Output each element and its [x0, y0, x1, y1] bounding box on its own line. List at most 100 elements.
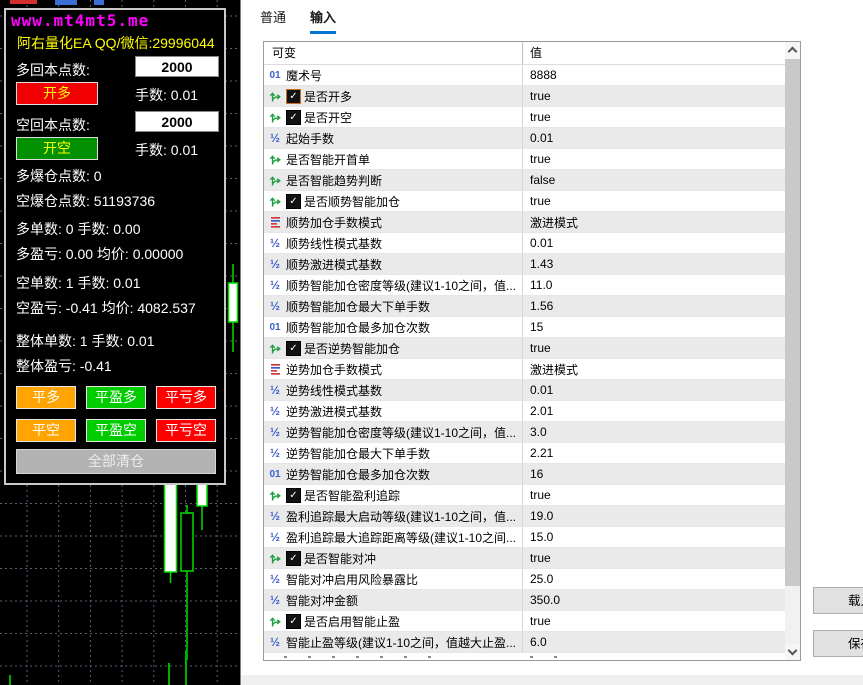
param-value[interactable]: 19.0 [523, 509, 785, 523]
checkbox-checked[interactable]: ✓ [286, 341, 301, 356]
param-row[interactable]: ½顺势激进模式基数1.43 [264, 254, 785, 275]
param-value[interactable]: true [523, 341, 785, 355]
param-row[interactable]: 01顺势智能加仓最多加仓次数15 [264, 317, 785, 338]
param-row[interactable]: 01魔术号8888 [264, 65, 785, 86]
param-name: 是否顺势智能加仓 [304, 193, 400, 210]
param-row[interactable]: 顺势加仓手数模式 激进模式 [264, 212, 785, 233]
param-name: 逆势加仓手数模式 [286, 361, 382, 378]
param-row[interactable]: ½智能止盈等级(建议1-10之间，值越大止盈...6.0 [264, 632, 785, 653]
param-value[interactable]: true [523, 194, 785, 208]
vertical-scrollbar[interactable] [785, 42, 800, 660]
param-row[interactable]: ½盈利追踪最大追踪距离等级(建议1-10之间...15.0 [264, 527, 785, 548]
param-value[interactable]: true [523, 152, 785, 166]
param-value[interactable]: true [523, 110, 785, 124]
param-value[interactable]: 350.0 [523, 593, 785, 607]
scrollbar-thumb[interactable] [785, 59, 800, 586]
bool-type-icon [267, 174, 283, 187]
param-row[interactable]: ½逆势智能加仓密度等级(建议1-10之间，值...3.0 [264, 422, 785, 443]
param-value[interactable]: 8888 [523, 68, 785, 82]
param-value[interactable]: 1.43 [523, 257, 785, 271]
scroll-down-button[interactable] [785, 644, 800, 660]
param-value[interactable]: 15 [523, 320, 785, 334]
param-value[interactable]: 0.01 [523, 131, 785, 145]
stat-line: 空单数: 1 手数: 0.01 [16, 273, 140, 293]
checkbox-checked[interactable]: ✓ [286, 110, 301, 125]
stat-line: 多盈亏: 0.00 均价: 0.00000 [16, 244, 183, 264]
param-rows: 01魔术号8888✓是否开多true✓是否开空true½起始手数0.01是否智能… [264, 65, 800, 653]
param-row[interactable]: ½逆势智能加仓最大下单手数2.21 [264, 443, 785, 464]
param-row[interactable]: ✓是否顺势智能加仓 true [264, 191, 785, 212]
param-row[interactable]: ½逆势激进模式基数2.01 [264, 401, 785, 422]
close-button[interactable]: 平亏空 [156, 419, 216, 442]
close-button[interactable]: 平空 [16, 419, 76, 442]
param-value[interactable]: true [523, 614, 785, 628]
stat-line: 多爆仓点数: 0 [16, 166, 102, 186]
param-row[interactable]: ½盈利追踪最大启动等级(建议1-10之间，值...19.0 [264, 506, 785, 527]
param-row[interactable]: ½起始手数0.01 [264, 128, 785, 149]
checkbox-checked[interactable]: ✓ [286, 488, 301, 503]
param-value[interactable]: false [523, 173, 785, 187]
param-row[interactable]: ✓是否逆势智能加仓true [264, 338, 785, 359]
double-type-icon: ½ [267, 572, 283, 586]
param-row[interactable]: ½智能对冲启用风险暴露比25.0 [264, 569, 785, 590]
open-short-button[interactable]: 开空 [16, 137, 98, 160]
param-name-cell: ✓是否开多 [264, 86, 523, 106]
param-row[interactable]: ✓是否开多true [264, 86, 785, 107]
param-value[interactable]: 0.01 [523, 236, 785, 250]
checkbox-checked[interactable]: ✓ [286, 551, 301, 566]
long-points-input[interactable] [135, 56, 219, 77]
param-value[interactable]: 6.0 [523, 635, 785, 649]
param-value[interactable]: true [523, 551, 785, 565]
param-row[interactable]: ✓是否智能盈利追踪true [264, 485, 785, 506]
open-long-button[interactable]: 开多 [16, 82, 98, 105]
param-value[interactable]: 25.0 [523, 572, 785, 586]
param-value[interactable]: 激进模式 [523, 214, 785, 231]
close-button[interactable]: 平亏多 [156, 386, 216, 409]
param-value[interactable]: 1.56 [523, 299, 785, 313]
param-row[interactable]: ½智能对冲金额350.0 [264, 590, 785, 611]
param-value[interactable]: true [523, 488, 785, 502]
short-points-input[interactable] [135, 111, 219, 132]
scroll-up-button[interactable] [785, 42, 800, 59]
param-value[interactable]: 15.0 [523, 530, 785, 544]
param-name: 顺势智能加仓最多加仓次数 [286, 319, 430, 336]
param-name: 顺势智能加仓密度等级(建议1-10之间，值... [286, 277, 516, 294]
param-row[interactable]: ½顺势线性模式基数0.01 [264, 233, 785, 254]
param-row[interactable]: 是否智能趋势判断 false [264, 170, 785, 191]
tab-common[interactable]: 普通 [260, 7, 286, 34]
param-value[interactable]: 16 [523, 467, 785, 481]
param-row[interactable]: ✓是否开空true [264, 107, 785, 128]
close-button[interactable]: 平盈空 [86, 419, 146, 442]
param-row[interactable]: ✓是否智能对冲true [264, 548, 785, 569]
param-row[interactable]: 是否智能开首单true [264, 149, 785, 170]
param-value[interactable]: 2.01 [523, 404, 785, 418]
param-name-cell: ✓是否智能对冲 [264, 548, 523, 568]
param-row[interactable]: ½逆势线性模式基数0.01 [264, 380, 785, 401]
param-row[interactable]: ½顺势智能加仓密度等级(建议1-10之间，值...11.0 [264, 275, 785, 296]
param-value[interactable]: 激进模式 [523, 361, 785, 378]
checkbox-checked[interactable]: ✓ [286, 194, 301, 209]
param-name: 是否智能趋势判断 [286, 172, 382, 189]
int-type-icon: 01 [267, 70, 283, 81]
tab-inputs[interactable]: 输入 [310, 7, 336, 34]
param-row[interactable]: ½顺势智能加仓最大下单手数1.56 [264, 296, 785, 317]
param-name: 顺势加仓手数模式 [286, 214, 382, 231]
param-value[interactable]: 3.0 [523, 425, 785, 439]
close-all-button[interactable]: 全部清仓 [16, 449, 216, 474]
param-value[interactable]: true [523, 89, 785, 103]
close-button[interactable]: 平盈多 [86, 386, 146, 409]
save-button[interactable]: 保存 [813, 630, 863, 657]
checkbox-checked[interactable]: ✓ [286, 614, 301, 629]
checkbox-checked[interactable]: ✓ [286, 89, 301, 104]
param-row[interactable]: ✓是否启用智能止盈true [264, 611, 785, 632]
long-lots-label: 手数: 0.01 [135, 85, 198, 105]
param-name: 顺势激进模式基数 [286, 256, 382, 273]
dialog-tabs: 普通 输入 [260, 7, 336, 34]
param-value[interactable]: 11.0 [523, 278, 785, 292]
param-value[interactable]: 2.21 [523, 446, 785, 460]
param-value[interactable]: 0.01 [523, 383, 785, 397]
load-button[interactable]: 载入 [813, 587, 863, 614]
param-row[interactable]: 01逆势智能加仓最多加仓次数16 [264, 464, 785, 485]
close-button[interactable]: 平多 [16, 386, 76, 409]
param-row[interactable]: 逆势加仓手数模式 激进模式 [264, 359, 785, 380]
